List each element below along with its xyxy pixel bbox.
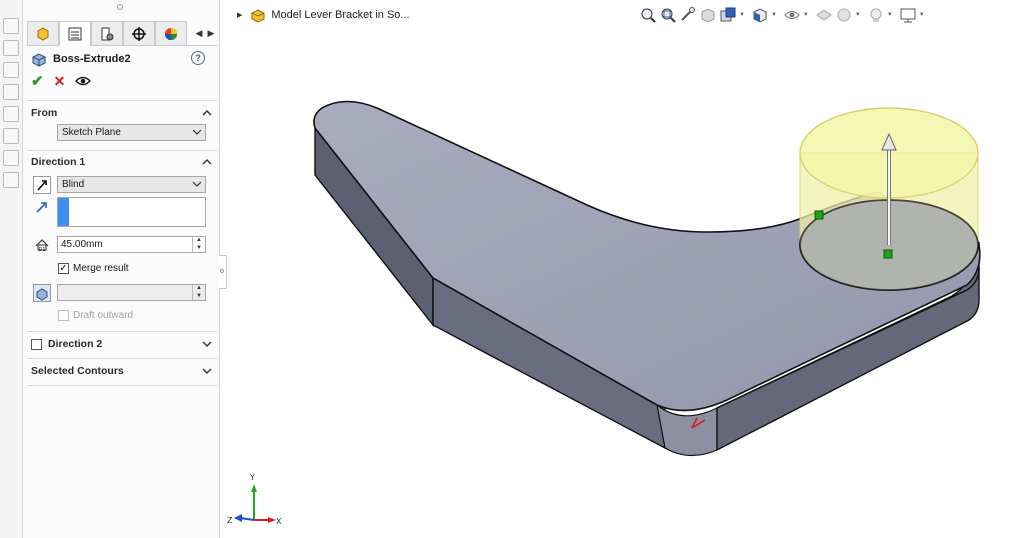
circle-center-point: [883, 249, 893, 259]
depth-spin-buttons[interactable]: ▲ ▼: [192, 237, 205, 252]
direction2-section-header[interactable]: Direction 2: [31, 335, 213, 353]
separator: [27, 331, 217, 332]
tab-scroll-left-icon[interactable]: ◀: [196, 28, 203, 39]
triad-x-label: X: [276, 517, 282, 526]
reverse-direction-button[interactable]: [33, 176, 51, 194]
panel-grip[interactable]: [117, 4, 123, 10]
from-start-condition-value: Sketch Plane: [62, 127, 121, 138]
view-icon[interactable]: [3, 150, 19, 166]
triad-y-label: Y: [249, 473, 255, 482]
draft-spin-buttons[interactable]: ▲ ▼: [192, 285, 205, 300]
direction-vector-icon: [36, 202, 47, 213]
tab-scroll-right-icon[interactable]: ▶: [208, 28, 215, 39]
draft-outward-label: Draft outward: [73, 310, 134, 321]
tab-property-manager[interactable]: [59, 21, 91, 46]
feature-title: Boss-Extrude2: [53, 53, 131, 65]
bracket-corner-round: [656, 403, 718, 457]
feature-title-bar: Boss-Extrude2 ?: [31, 50, 211, 68]
help-button[interactable]: ?: [191, 51, 205, 65]
ok-button[interactable]: ✔: [31, 72, 44, 90]
draft-on-off-button[interactable]: [33, 284, 51, 302]
spin-down-icon[interactable]: ▼: [193, 245, 205, 253]
selected-contours-section-header[interactable]: Selected Contours: [31, 362, 213, 380]
smart-dimension-icon[interactable]: [3, 18, 19, 34]
configuration-manager-icon: [101, 27, 114, 40]
separator: [27, 100, 217, 101]
reverse-direction-icon: [37, 180, 47, 191]
property-manager-panel: ◀ ▶ Boss-Extrude2 ? ✔ ✕ From Sketch Plan…: [23, 0, 220, 538]
cancel-button[interactable]: ✕: [54, 73, 66, 90]
manager-tabs: ◀ ▶: [27, 21, 217, 46]
tab-scroll-arrows: ◀ ▶: [193, 21, 217, 46]
draft-icon: [36, 288, 48, 301]
dim-xpert-icon: [132, 26, 146, 41]
sketch-icon[interactable]: [3, 40, 19, 56]
preview-eye-button[interactable]: [75, 75, 92, 87]
direction-of-extrusion-selection-box[interactable]: [57, 197, 206, 227]
chevron-down-icon: [192, 181, 202, 187]
feature-manager-icon: [37, 26, 49, 41]
merge-result-checkbox[interactable]: ✓: [58, 263, 69, 274]
chevron-down-icon[interactable]: [201, 338, 213, 350]
separator: [27, 358, 217, 359]
spin-up-icon[interactable]: ▲: [193, 237, 205, 245]
coordinate-triad: Y X Z: [227, 473, 282, 526]
tab-display-manager[interactable]: [155, 21, 187, 46]
direction2-checkbox[interactable]: [31, 338, 42, 350]
separator: [27, 150, 217, 151]
annotation-icon[interactable]: [3, 84, 19, 100]
panel-collapse-handle[interactable]: [219, 255, 227, 289]
draft-angle-input[interactable]: ▲ ▼: [57, 284, 206, 301]
from-header-label: From: [31, 107, 58, 119]
collapse-dot-icon: [220, 269, 224, 273]
draft-outward-checkbox[interactable]: [58, 310, 69, 321]
direction1-section-header[interactable]: Direction 1: [31, 153, 213, 171]
chevron-up-icon[interactable]: [201, 107, 213, 119]
end-condition-value: Blind: [62, 179, 85, 190]
direction2-header-label: Direction 2: [48, 338, 103, 350]
depth-input[interactable]: 45.00mm ▲ ▼: [57, 236, 206, 253]
svg-text:D1: D1: [38, 247, 45, 252]
selected-contours-header-label: Selected Contours: [31, 365, 124, 377]
graphics-viewport[interactable]: ▶ Model Lever Bracket in So... ▼ ▼ ▼ ▼ ▼…: [227, 0, 1024, 538]
selection-active-bar: [58, 198, 69, 226]
note-icon[interactable]: [3, 62, 19, 78]
spin-down-icon[interactable]: ▼: [193, 293, 205, 301]
model-graphics: Y X Z: [227, 100, 981, 526]
depth-value: 45.00mm: [61, 239, 103, 250]
depth-dimension-icon: D1: [35, 239, 49, 252]
table-icon[interactable]: [3, 106, 19, 122]
tab-configuration-manager[interactable]: [91, 21, 123, 46]
separator: [27, 385, 217, 386]
left-toolbar-strip: [0, 0, 23, 538]
circle-edge-point: [814, 210, 824, 220]
action-buttons: ✔ ✕: [31, 72, 121, 90]
property-manager-icon: [68, 27, 82, 40]
triad-z-label: Z: [227, 516, 233, 525]
layer-icon[interactable]: [3, 128, 19, 144]
from-start-condition-select[interactable]: Sketch Plane: [57, 124, 206, 141]
spin-up-icon[interactable]: ▲: [193, 285, 205, 293]
chevron-down-icon: [192, 129, 202, 135]
chevron-up-icon[interactable]: [201, 156, 213, 168]
tab-feature-manager[interactable]: [27, 21, 59, 46]
direction1-header-label: Direction 1: [31, 156, 86, 168]
link-icon[interactable]: [3, 172, 19, 188]
from-section-header[interactable]: From: [31, 104, 213, 122]
tab-dimxpert-manager[interactable]: [123, 21, 155, 46]
chevron-down-icon[interactable]: [201, 365, 213, 377]
boss-extrude-icon: [32, 53, 46, 67]
merge-result-label: Merge result: [73, 263, 129, 274]
display-manager-icon: [165, 27, 177, 40]
end-condition-select[interactable]: Blind: [57, 176, 206, 193]
